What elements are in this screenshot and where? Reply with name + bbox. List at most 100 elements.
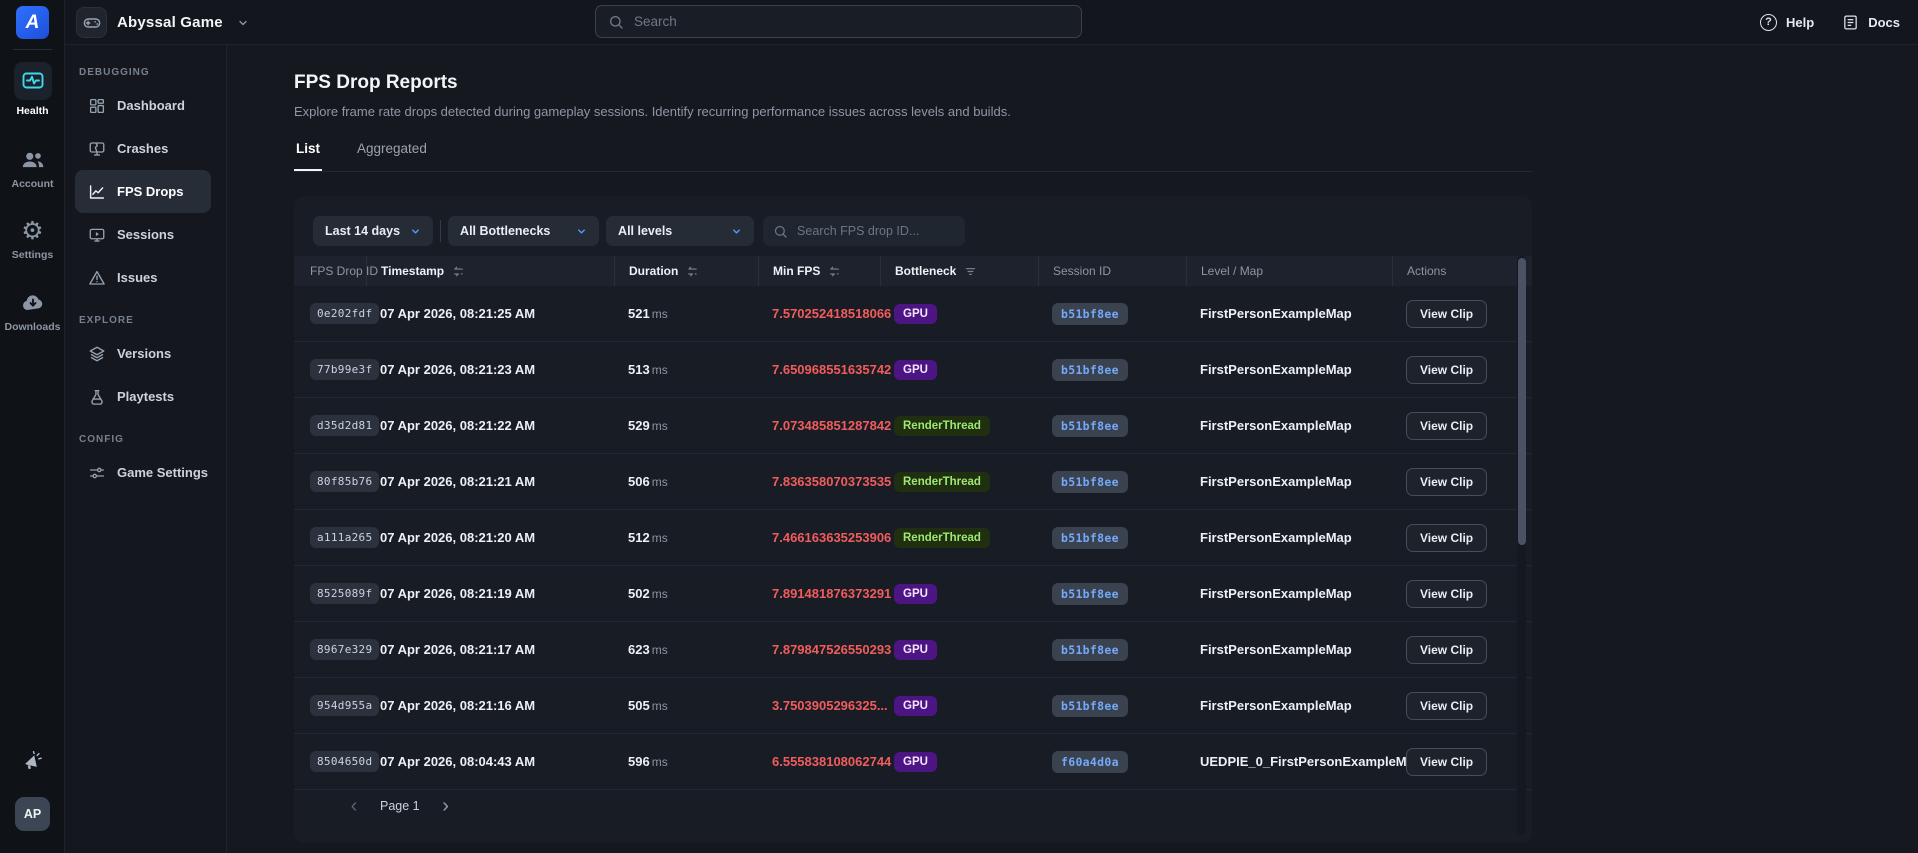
session-player-icon: [88, 226, 106, 244]
bottleneck-value: All Bottlenecks: [460, 224, 550, 238]
duration-unit: ms: [652, 531, 668, 545]
min-fps-value: 3.7503905296325...: [772, 698, 894, 713]
view-clip-button[interactable]: View Clip: [1406, 748, 1487, 776]
sidebar-item-playtests[interactable]: Playtests: [75, 375, 211, 418]
session-id-chip[interactable]: b51bf8ee: [1052, 527, 1128, 549]
column-header-bottleneck[interactable]: Bottleneck: [880, 256, 1052, 286]
table-row: 8525089f 07 Apr 2026, 08:21:19 AM 502ms …: [294, 566, 1532, 622]
session-id-chip[interactable]: b51bf8ee: [1052, 359, 1128, 381]
rail-item-health[interactable]: Health: [0, 62, 65, 117]
session-id-chip[interactable]: b51bf8ee: [1052, 415, 1128, 437]
min-fps-value: 7.570252418518066: [772, 306, 894, 321]
rail-divider: [13, 49, 52, 50]
session-id-chip[interactable]: b51bf8ee: [1052, 471, 1128, 493]
flask-icon: [88, 388, 106, 406]
dashboard-grid-icon: [88, 97, 106, 115]
next-page-button[interactable]: ›: [434, 794, 458, 818]
sliders-icon: [88, 464, 106, 482]
scrollbar-track[interactable]: [1517, 256, 1526, 835]
column-header-duration[interactable]: Duration: [614, 256, 772, 286]
sidebar-item-fps-drops[interactable]: FPS Drops: [75, 170, 211, 213]
date-range-dropdown[interactable]: Last 14 days: [313, 216, 433, 246]
fps-drop-id-pill: 8504650d: [310, 751, 379, 772]
rail-item-settings[interactable]: ⚙ Settings: [0, 218, 65, 261]
chevron-down-icon: [576, 226, 587, 237]
prev-page-button[interactable]: ‹: [342, 794, 366, 818]
scrollbar-thumb[interactable]: [1518, 258, 1526, 545]
rail-label-health: Health: [0, 105, 65, 117]
filter-icon: [964, 265, 977, 278]
timestamp-cell: 07 Apr 2026, 08:21:22 AM: [380, 418, 628, 433]
sidebar-label: Sessions: [117, 227, 174, 242]
megaphone-icon[interactable]: [0, 751, 65, 774]
duration-value: 529: [628, 418, 650, 433]
app-logo-icon[interactable]: A: [16, 6, 49, 39]
view-clip-button[interactable]: View Clip: [1406, 412, 1487, 440]
rail-item-downloads[interactable]: Downloads: [0, 290, 65, 333]
sidebar-item-dashboard[interactable]: Dashboard: [75, 84, 211, 127]
level-map-cell: UEDPIE_0_FirstPersonExampleMap: [1200, 754, 1406, 769]
view-clip-button[interactable]: View Clip: [1406, 300, 1487, 328]
duration-value: 502: [628, 586, 650, 601]
sidebar-item-issues[interactable]: Issues: [75, 256, 211, 299]
bottleneck-badge: GPU: [894, 640, 937, 660]
session-id-chip[interactable]: b51bf8ee: [1052, 303, 1128, 325]
fps-drop-search-input[interactable]: [797, 224, 955, 238]
view-clip-button[interactable]: View Clip: [1406, 692, 1487, 720]
sidebar-item-versions[interactable]: Versions: [75, 332, 211, 375]
min-fps-value: 7.836358070373535: [772, 474, 894, 489]
bottleneck-badge: GPU: [894, 584, 937, 604]
session-id-chip[interactable]: b51bf8ee: [1052, 695, 1128, 717]
timestamp-cell: 07 Apr 2026, 08:21:21 AM: [380, 474, 628, 489]
session-id-chip[interactable]: f60a4d0a: [1052, 751, 1128, 773]
user-avatar[interactable]: AP: [15, 797, 50, 831]
fps-drop-id-pill: 954d955a: [310, 695, 379, 716]
column-header-min-fps[interactable]: Min FPS: [758, 256, 894, 286]
sidebar-item-crashes[interactable]: Crashes: [75, 127, 211, 170]
session-id-chip[interactable]: b51bf8ee: [1052, 639, 1128, 661]
tab-aggregated[interactable]: Aggregated: [355, 131, 429, 171]
duration-unit: ms: [652, 587, 668, 601]
sidebar-item-sessions[interactable]: Sessions: [75, 213, 211, 256]
rail-item-account[interactable]: Account: [0, 147, 65, 190]
duration-value: 505: [628, 698, 650, 713]
duration-unit: ms: [652, 755, 668, 769]
column-header-level-map: Level / Map: [1186, 256, 1406, 286]
level-value: All levels: [618, 224, 672, 238]
rail-label-account: Account: [0, 178, 65, 190]
sidebar-label: FPS Drops: [117, 184, 183, 199]
fps-drop-id-pill: 0e202fdf: [310, 303, 379, 324]
view-clip-button[interactable]: View Clip: [1406, 636, 1487, 664]
sidebar-label: Game Settings: [117, 465, 208, 480]
line-chart-icon: [88, 183, 106, 201]
bottleneck-dropdown[interactable]: All Bottlenecks: [448, 216, 599, 246]
sidebar-section-explore: EXPLORE: [79, 315, 226, 326]
sidebar-label: Dashboard: [117, 98, 185, 113]
help-button[interactable]: ? Help: [1760, 14, 1814, 31]
view-clip-button[interactable]: View Clip: [1406, 524, 1487, 552]
docs-button[interactable]: Docs: [1842, 14, 1900, 31]
table-row: 77b99e3f 07 Apr 2026, 08:21:23 AM 513ms …: [294, 342, 1532, 398]
column-header-session-id: Session ID: [1038, 256, 1200, 286]
view-clip-button[interactable]: View Clip: [1406, 580, 1487, 608]
date-range-value: Last 14 days: [325, 224, 400, 238]
project-selector[interactable]: Abyssal Game: [76, 7, 249, 38]
table-row: 80f85b76 07 Apr 2026, 08:21:21 AM 506ms …: [294, 454, 1532, 510]
main-content: FPS Drop Reports Explore frame rate drop…: [227, 45, 1918, 853]
duration-value: 513: [628, 362, 650, 377]
global-search-input[interactable]: [634, 14, 1069, 29]
column-header-timestamp[interactable]: Timestamp: [366, 256, 628, 286]
tab-list[interactable]: List: [294, 131, 322, 171]
level-dropdown[interactable]: All levels: [606, 216, 754, 246]
duration-unit: ms: [652, 699, 668, 713]
view-clip-button[interactable]: View Clip: [1406, 468, 1487, 496]
people-icon: [0, 147, 65, 173]
duration-unit: ms: [652, 419, 668, 433]
chevron-down-icon: [410, 226, 421, 237]
view-clip-button[interactable]: View Clip: [1406, 356, 1487, 384]
pagination: ‹ Page 1 ›: [342, 794, 458, 818]
table-body: 0e202fdf 07 Apr 2026, 08:21:25 AM 521ms …: [294, 286, 1532, 790]
sidebar-item-game-settings[interactable]: Game Settings: [75, 451, 211, 494]
session-id-chip[interactable]: b51bf8ee: [1052, 583, 1128, 605]
sidebar-section-debugging: DEBUGGING: [79, 67, 226, 78]
